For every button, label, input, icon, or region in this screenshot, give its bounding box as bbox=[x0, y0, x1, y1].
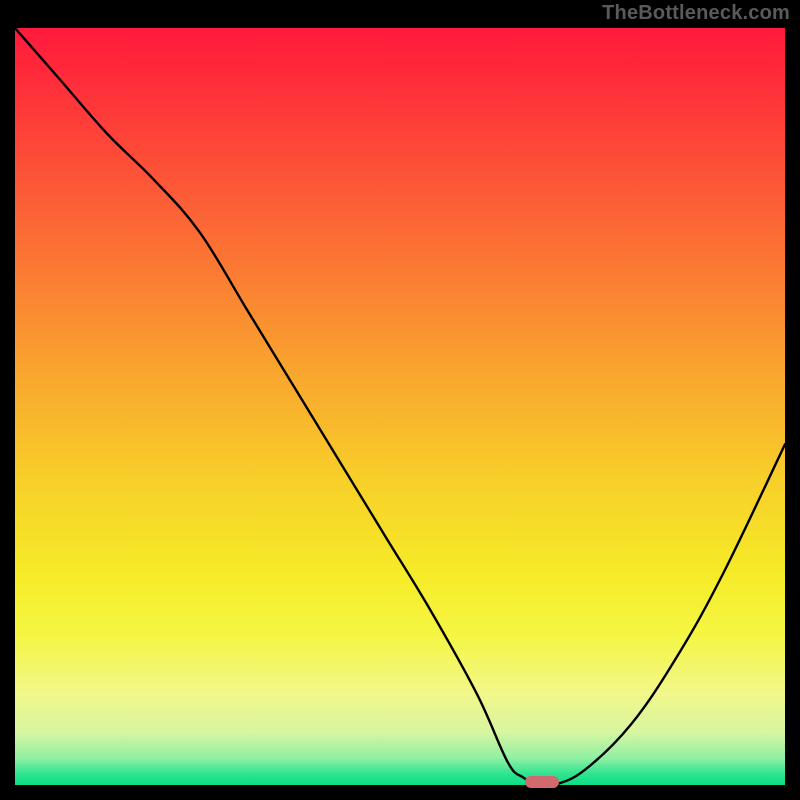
bottleneck-curve bbox=[15, 28, 785, 785]
watermark-text: TheBottleneck.com bbox=[602, 2, 790, 25]
chart-container: TheBottleneck.com bbox=[0, 0, 800, 800]
optimal-marker bbox=[525, 776, 559, 788]
plot-area bbox=[15, 28, 785, 785]
